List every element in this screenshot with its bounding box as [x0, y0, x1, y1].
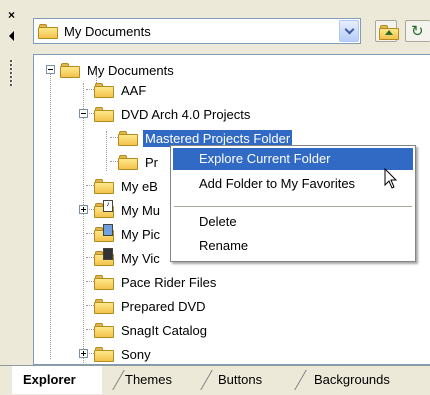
tab-divider: [200, 370, 213, 390]
context-menu: Explore Current Folder Add Folder to My …: [170, 145, 416, 262]
tab-label: Themes: [125, 372, 172, 387]
folder-icon: [38, 24, 58, 39]
tree-node-label: My Documents: [87, 63, 174, 78]
tab-label: Buttons: [218, 372, 263, 387]
videos-folder-icon: [94, 248, 114, 266]
refresh-icon: ↻: [411, 23, 424, 40]
refresh-button[interactable]: ↻: [405, 20, 430, 42]
folder-icon: [94, 323, 114, 338]
tree-node-label: My Vic: [121, 251, 160, 266]
menu-item-label: Add Folder to My Favorites: [199, 176, 356, 191]
folder-icon: [118, 131, 138, 146]
tree-node-label: Sony: [121, 347, 151, 362]
folder-icon: [94, 83, 114, 98]
tab-explorer[interactable]: Explorer: [12, 366, 102, 394]
tab-divider: [294, 370, 307, 390]
tab-themes[interactable]: Themes: [125, 366, 195, 394]
menu-item-label: Delete: [199, 214, 237, 229]
chevron-down-icon[interactable]: [339, 20, 359, 42]
folder-icon: [94, 107, 114, 122]
music-folder-icon: ♪: [94, 200, 114, 218]
tree-node-label: My eB: [121, 179, 158, 194]
drag-grip-icon[interactable]: [10, 60, 13, 88]
tab-label: Explorer: [23, 372, 76, 387]
folder-icon: [118, 155, 138, 170]
collapse-toggle-icon[interactable]: [46, 65, 55, 74]
tab-label: Backgrounds: [314, 372, 390, 387]
mouse-cursor-icon: [384, 168, 398, 189]
tab-buttons[interactable]: Buttons: [218, 366, 288, 394]
folder-combo-value: My Documents: [64, 24, 151, 39]
folder-icon: [94, 275, 114, 290]
menu-item-explore-current-folder[interactable]: Explore Current Folder: [173, 148, 413, 170]
tab-divider: [112, 370, 125, 390]
menu-item-delete[interactable]: Delete: [173, 211, 413, 233]
tree-node-label: AAF: [121, 83, 147, 98]
folder-icon: [60, 63, 80, 78]
menu-item-rename[interactable]: Rename: [173, 235, 413, 257]
expand-toggle-icon[interactable]: [79, 349, 88, 358]
pictures-folder-icon: [94, 224, 114, 242]
tree-node-label: SnagIt Catalog: [121, 323, 208, 338]
folder-icon: [94, 347, 114, 362]
up-folder-button[interactable]: [375, 20, 399, 42]
menu-item-add-folder-to-favorites[interactable]: Add Folder to My Favorites: [173, 173, 413, 195]
expand-toggle-icon[interactable]: [79, 205, 88, 214]
tab-bar: Explorer Themes Buttons Backgrounds: [0, 365, 430, 395]
folder-icon: [94, 179, 114, 194]
tree-node-label: DVD Arch 4.0 Projects: [121, 107, 251, 122]
tree-node-label: My Pic: [121, 227, 160, 242]
up-folder-icon: [379, 25, 399, 40]
folder-combo[interactable]: My Documents: [33, 18, 361, 44]
panel-side-strip: ×: [0, 0, 22, 365]
tree-node-label: Pr: [145, 155, 158, 170]
tree-node-label: Pace Rider Files: [121, 275, 217, 290]
menu-item-label: Rename: [199, 238, 249, 253]
tab-backgrounds[interactable]: Backgrounds: [314, 366, 414, 394]
menu-separator: [174, 206, 412, 207]
tree-node-label: My Mu: [121, 203, 160, 218]
menu-item-label: Explore Current Folder: [199, 151, 331, 166]
collapse-arrow-icon[interactable]: [9, 31, 14, 41]
close-icon[interactable]: ×: [8, 9, 15, 21]
collapse-toggle-icon[interactable]: [79, 109, 88, 118]
tree-node-label: Prepared DVD: [121, 299, 206, 314]
folder-icon: [94, 299, 114, 314]
